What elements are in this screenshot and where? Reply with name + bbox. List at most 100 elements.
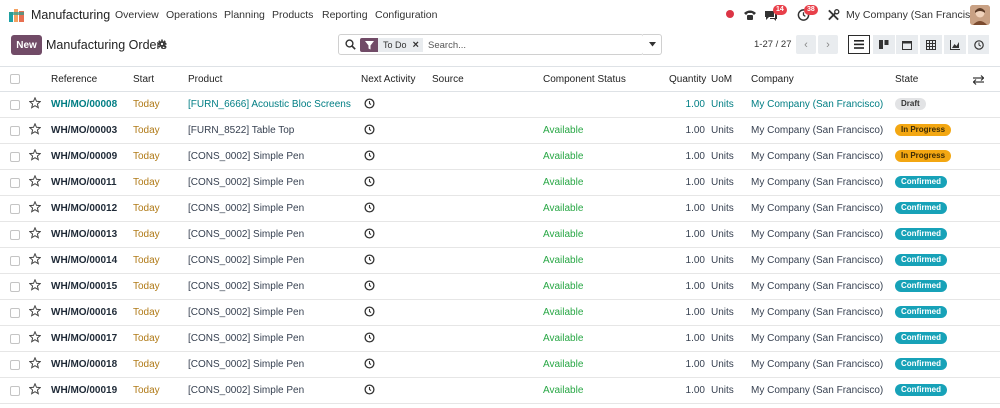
pager-previous-button[interactable]: ‹ bbox=[796, 35, 816, 54]
new-button[interactable]: New bbox=[11, 35, 42, 55]
row-reference[interactable]: WH/MO/00008 bbox=[51, 99, 117, 110]
row-reference[interactable]: WH/MO/00013 bbox=[51, 229, 117, 240]
row-reference[interactable]: WH/MO/00017 bbox=[51, 333, 117, 344]
app-logo-icon[interactable] bbox=[9, 8, 25, 22]
table-row[interactable]: WH/MO/00011 Today [CONS_0002] Simple Pen Av… bbox=[0, 170, 1000, 196]
calendar-view-button[interactable] bbox=[896, 35, 918, 54]
debug-tools-icon[interactable] bbox=[827, 8, 840, 22]
activity-clock-icon[interactable] bbox=[364, 332, 375, 343]
star-icon[interactable] bbox=[29, 357, 41, 369]
row-reference[interactable]: WH/MO/00012 bbox=[51, 203, 117, 214]
star-icon[interactable] bbox=[29, 97, 41, 109]
select-all-checkbox[interactable] bbox=[10, 74, 20, 84]
pivot-view-button[interactable] bbox=[920, 35, 942, 54]
star-icon[interactable] bbox=[29, 305, 41, 317]
menu-operations[interactable]: Operations bbox=[166, 9, 217, 21]
activity-clock-icon[interactable] bbox=[364, 384, 375, 395]
table-row[interactable]: WH/MO/00013 Today [CONS_0002] Simple Pen Av… bbox=[0, 222, 1000, 248]
activity-clock-icon[interactable] bbox=[364, 202, 375, 213]
activity-view-button[interactable] bbox=[968, 35, 989, 54]
menu-products[interactable]: Products bbox=[272, 9, 313, 21]
row-product[interactable]: [FURN_6666] Acoustic Bloc Screens bbox=[188, 99, 351, 110]
activity-clock-icon[interactable] bbox=[364, 358, 375, 369]
search-bar[interactable]: To Do × bbox=[338, 34, 644, 55]
menu-planning[interactable]: Planning bbox=[224, 9, 265, 21]
row-reference[interactable]: WH/MO/00018 bbox=[51, 359, 117, 370]
column-company[interactable]: Company bbox=[751, 74, 794, 85]
star-icon[interactable] bbox=[29, 253, 41, 265]
table-row[interactable]: WH/MO/00015 Today [CONS_0002] Simple Pen Av… bbox=[0, 274, 1000, 300]
row-reference[interactable]: WH/MO/00003 bbox=[51, 125, 117, 136]
star-icon[interactable] bbox=[29, 123, 41, 135]
activity-clock-icon[interactable] bbox=[364, 124, 375, 135]
column-quantity[interactable]: Quantity bbox=[669, 74, 706, 85]
activity-clock-icon[interactable] bbox=[364, 306, 375, 317]
star-icon[interactable] bbox=[29, 201, 41, 213]
column-state[interactable]: State bbox=[895, 74, 918, 85]
row-checkbox[interactable] bbox=[10, 178, 20, 188]
pager-value[interactable]: 1-27 / 27 bbox=[754, 39, 792, 50]
menu-reporting[interactable]: Reporting bbox=[322, 9, 368, 21]
activity-clock-icon[interactable] bbox=[364, 280, 375, 291]
row-checkbox[interactable] bbox=[10, 230, 20, 240]
row-checkbox[interactable] bbox=[10, 334, 20, 344]
activity-clock-icon[interactable] bbox=[364, 228, 375, 239]
row-reference[interactable]: WH/MO/00019 bbox=[51, 385, 117, 396]
activity-clock-icon[interactable] bbox=[364, 254, 375, 265]
activity-clock-icon[interactable] bbox=[364, 98, 375, 109]
row-checkbox[interactable] bbox=[10, 282, 20, 292]
company-switcher[interactable]: My Company (San Francisco) bbox=[846, 9, 985, 21]
activity-clock-icon[interactable] bbox=[364, 150, 375, 161]
table-row[interactable]: WH/MO/00014 Today [CONS_0002] Simple Pen Av… bbox=[0, 248, 1000, 274]
activity-clock-icon[interactable] bbox=[364, 176, 375, 187]
star-icon[interactable] bbox=[29, 331, 41, 343]
kanban-view-button[interactable] bbox=[873, 35, 895, 54]
row-checkbox[interactable] bbox=[10, 386, 20, 396]
row-reference[interactable]: WH/MO/00014 bbox=[51, 255, 117, 266]
row-reference[interactable]: WH/MO/00015 bbox=[51, 281, 117, 292]
table-row[interactable]: WH/MO/00018 Today [CONS_0002] Simple Pen Av… bbox=[0, 352, 1000, 378]
star-icon[interactable] bbox=[29, 227, 41, 239]
column-reference[interactable]: Reference bbox=[51, 74, 97, 85]
menu-configuration[interactable]: Configuration bbox=[375, 9, 437, 21]
search-icon[interactable] bbox=[345, 39, 356, 50]
row-checkbox[interactable] bbox=[10, 256, 20, 266]
row-checkbox[interactable] bbox=[10, 360, 20, 370]
row-checkbox[interactable] bbox=[10, 204, 20, 214]
column-next-activity[interactable]: Next Activity bbox=[361, 74, 415, 85]
row-reference[interactable]: WH/MO/00011 bbox=[51, 177, 117, 188]
star-icon[interactable] bbox=[29, 279, 41, 291]
gear-icon[interactable] bbox=[157, 39, 167, 49]
star-icon[interactable] bbox=[29, 175, 41, 187]
table-row[interactable]: WH/MO/00003 Today [FURN_8522] Table Top Ava… bbox=[0, 118, 1000, 144]
pager-next-button[interactable]: › bbox=[818, 35, 838, 54]
facet-remove-icon[interactable]: × bbox=[410, 38, 423, 52]
star-icon[interactable] bbox=[29, 149, 41, 161]
table-row[interactable]: WH/MO/00016 Today [CONS_0002] Simple Pen Av… bbox=[0, 300, 1000, 326]
row-checkbox[interactable] bbox=[10, 152, 20, 162]
column-start[interactable]: Start bbox=[133, 74, 154, 85]
phone-icon[interactable] bbox=[743, 8, 757, 22]
list-view-button[interactable] bbox=[848, 35, 870, 54]
table-row[interactable]: WH/MO/00017 Today [CONS_0002] Simple Pen Av… bbox=[0, 326, 1000, 352]
row-checkbox[interactable] bbox=[10, 100, 20, 110]
optional-columns-icon[interactable] bbox=[973, 75, 984, 85]
table-row[interactable]: WH/MO/00009 Today [CONS_0002] Simple Pen Av… bbox=[0, 144, 1000, 170]
row-checkbox[interactable] bbox=[10, 308, 20, 318]
user-avatar[interactable] bbox=[970, 5, 990, 25]
table-row[interactable]: WH/MO/00012 Today [CONS_0002] Simple Pen Av… bbox=[0, 196, 1000, 222]
column-uom[interactable]: UoM bbox=[711, 74, 732, 85]
table-row[interactable]: WH/MO/00008 Today [FURN_6666] Acoustic Blo… bbox=[0, 92, 1000, 118]
menu-overview[interactable]: Overview bbox=[115, 9, 159, 21]
star-icon[interactable] bbox=[29, 383, 41, 395]
column-source[interactable]: Source bbox=[432, 74, 464, 85]
app-name[interactable]: Manufacturing bbox=[31, 8, 110, 22]
search-input[interactable] bbox=[428, 38, 628, 52]
table-row[interactable]: WH/MO/00019 Today [CONS_0002] Simple Pen Av… bbox=[0, 378, 1000, 404]
search-options-toggle[interactable] bbox=[643, 34, 662, 55]
row-checkbox[interactable] bbox=[10, 126, 20, 136]
column-component-status[interactable]: Component Status bbox=[543, 74, 626, 85]
column-product[interactable]: Product bbox=[188, 74, 222, 85]
graph-view-button[interactable] bbox=[944, 35, 966, 54]
row-reference[interactable]: WH/MO/00009 bbox=[51, 151, 117, 162]
